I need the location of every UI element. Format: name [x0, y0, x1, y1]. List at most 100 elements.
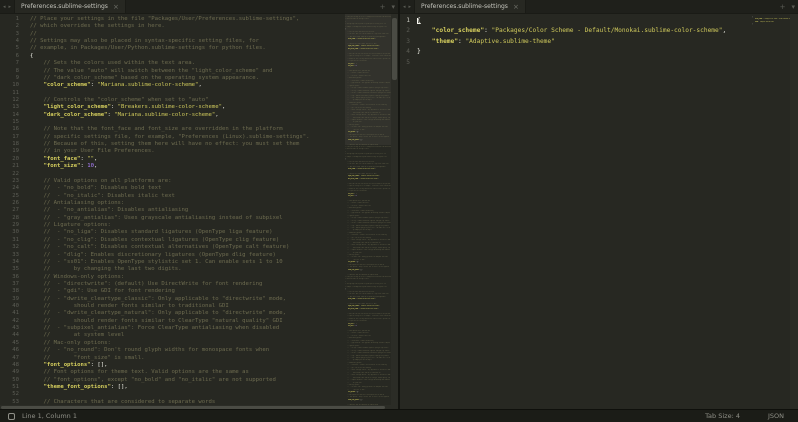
line-number[interactable]: 47: [0, 355, 19, 362]
line-number[interactable]: 2: [0, 23, 19, 30]
minimap-right[interactable]: { "color_scheme": "Packages/Color Scheme…: [752, 14, 790, 409]
code-line: // - "dwrite_cleartype_classic": Only ap…: [30, 295, 286, 302]
line-number[interactable]: 18: [0, 141, 19, 148]
tab-scroll-right-icon[interactable]: ▸: [9, 4, 12, 10]
code-line: "light_color_scheme": "Breakers.sublime-…: [43, 104, 226, 111]
horizontal-scrollbar-thumb[interactable]: [1, 405, 385, 409]
line-number[interactable]: 5: [0, 45, 19, 52]
line-number[interactable]: 34: [0, 259, 19, 266]
line-number[interactable]: 46: [0, 347, 19, 354]
editor-area-right: 12345 { "color_scheme": "Packages/Color …: [400, 14, 798, 409]
minimap-text: { "color_scheme": "Packages/Color Scheme…: [752, 16, 790, 26]
line-number[interactable]: 11: [0, 90, 19, 97]
code-line: //: [30, 30, 37, 37]
tab-size-status[interactable]: Tab Size: 4: [705, 412, 740, 420]
line-number[interactable]: 28: [0, 215, 19, 222]
line-number[interactable]: 8: [0, 68, 19, 75]
status-indicator-icon[interactable]: [8, 412, 15, 420]
line-number[interactable]: 22: [0, 171, 19, 178]
minimap-left[interactable]: // Place your settings in the file "Pack…: [345, 14, 391, 405]
line-number[interactable]: 10: [0, 82, 19, 89]
line-number[interactable]: 50: [0, 377, 19, 384]
line-number[interactable]: 42: [0, 318, 19, 325]
line-number[interactable]: 49: [0, 369, 19, 376]
line-number[interactable]: 21: [0, 163, 19, 170]
line-number[interactable]: 30: [0, 229, 19, 236]
line-number[interactable]: 9: [0, 75, 19, 82]
line-number[interactable]: 6: [0, 53, 19, 60]
line-number[interactable]: 36: [0, 274, 19, 281]
code-line: "dark_color_scheme": "Mariana.sublime-co…: [43, 111, 219, 118]
line-number[interactable]: 32: [0, 244, 19, 251]
line-number[interactable]: 15: [0, 119, 19, 126]
line-number[interactable]: 48: [0, 362, 19, 369]
code-line: "color_scheme": "Packages/Color Scheme -…: [431, 27, 727, 35]
line-number[interactable]: 19: [0, 148, 19, 155]
cursor-position-status[interactable]: Line 1, Column 1: [22, 412, 77, 420]
horizontal-scrollbar-left[interactable]: [0, 405, 398, 409]
code-line: // by changing the last two digits.: [30, 266, 182, 273]
tab-preferences-right[interactable]: Preferences.sublime-settings ×: [414, 0, 526, 13]
code-line: // - "dlig": Enables discretionary ligat…: [30, 251, 276, 258]
line-number[interactable]: 52: [0, 391, 19, 398]
line-number[interactable]: 26: [0, 200, 19, 207]
line-number[interactable]: 7: [0, 60, 19, 67]
code-area-left[interactable]: // Place your settings in the file "Pack…: [22, 14, 345, 405]
gutter-left[interactable]: 1 2 3 4 5 6 7 8 9 10 11 12 13 14 15 16 17 18 19 20 21 22 23 24 2…: [0, 14, 22, 405]
line-number[interactable]: 41: [0, 310, 19, 317]
code-line: "font_face": "",: [43, 155, 98, 162]
line-number[interactable]: 20: [0, 156, 19, 163]
line-number[interactable]: 44: [0, 332, 19, 339]
line-number[interactable]: 23: [0, 178, 19, 185]
new-tab-icon[interactable]: +: [377, 0, 389, 13]
line-number[interactable]: 37: [0, 281, 19, 288]
line-number[interactable]: 3: [0, 31, 19, 38]
tabbar-spacer: [126, 0, 377, 13]
tab-scroll-left-icon[interactable]: ◂: [403, 4, 406, 10]
vertical-scrollbar-right[interactable]: [790, 14, 798, 409]
tab-close-icon[interactable]: ×: [513, 3, 519, 10]
line-number[interactable]: 40: [0, 303, 19, 310]
code-area-right[interactable]: { "color_scheme": "Packages/Color Scheme…: [414, 14, 752, 409]
line-number[interactable]: 29: [0, 222, 19, 229]
line-number[interactable]: 45: [0, 340, 19, 347]
tab-scroll-left-icon[interactable]: ◂: [3, 4, 6, 10]
tab-scroll-right-icon[interactable]: ▸: [409, 4, 412, 10]
line-number[interactable]: 24: [0, 185, 19, 192]
line-number[interactable]: 16: [0, 126, 19, 133]
line-number[interactable]: 31: [0, 237, 19, 244]
code-line: // - "directwrite": (default) Use Direct…: [30, 280, 263, 287]
line-number[interactable]: 14: [0, 112, 19, 119]
line-number[interactable]: 17: [0, 134, 19, 141]
vertical-scrollbar-thumb[interactable]: [392, 18, 397, 80]
code-line: // "font_size" is small.: [30, 354, 145, 361]
code-line: // The value "auto" will switch between …: [30, 67, 273, 74]
line-number[interactable]: 51: [0, 384, 19, 391]
tab-overflow-icon[interactable]: ▾: [388, 0, 398, 13]
tab-overflow-icon[interactable]: ▾: [788, 0, 798, 13]
line-number[interactable]: 33: [0, 252, 19, 259]
line-number[interactable]: 12: [0, 97, 19, 104]
line-number[interactable]: 3: [400, 37, 410, 47]
gutter-right[interactable]: 12345: [400, 14, 414, 409]
line-number[interactable]: 1: [0, 16, 19, 23]
syntax-status[interactable]: JSON: [768, 412, 784, 420]
tab-close-icon[interactable]: ×: [113, 3, 119, 10]
new-tab-icon[interactable]: +: [777, 0, 789, 13]
line-number[interactable]: 25: [0, 193, 19, 200]
line-number[interactable]: 1: [400, 16, 410, 26]
line-number[interactable]: 13: [0, 104, 19, 111]
vertical-scrollbar-left[interactable]: [391, 14, 398, 405]
line-number[interactable]: 38: [0, 288, 19, 295]
line-number[interactable]: 4: [0, 38, 19, 45]
line-number[interactable]: 5: [400, 58, 410, 68]
line-number[interactable]: 39: [0, 296, 19, 303]
line-number[interactable]: 2: [400, 26, 410, 36]
tab-preferences-left[interactable]: Preferences.sublime-settings ×: [14, 0, 126, 13]
line-number[interactable]: 4: [400, 47, 410, 57]
code-line: // example, in Packages/User/Python.subl…: [30, 45, 266, 52]
line-number[interactable]: 43: [0, 325, 19, 332]
line-number[interactable]: 35: [0, 266, 19, 273]
line-number[interactable]: 27: [0, 207, 19, 214]
